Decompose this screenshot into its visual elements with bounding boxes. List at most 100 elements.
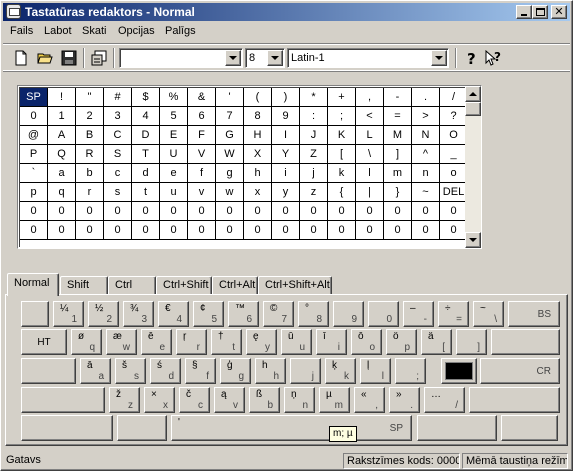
char-cell[interactable]: ^ (412, 145, 440, 164)
keyboard-key[interactable]: CR (480, 358, 560, 384)
keyboard-key[interactable]: ÷ = (438, 301, 469, 327)
char-cell[interactable]: > (412, 107, 440, 126)
keyboard-key[interactable]: ] (456, 329, 487, 355)
char-cell[interactable]: DEL (440, 183, 465, 202)
keyboard-key[interactable]: ēe (141, 329, 172, 355)
char-cell[interactable]: 0 (76, 202, 104, 221)
char-cell[interactable]: J (300, 126, 328, 145)
char-cell[interactable]: T (132, 145, 160, 164)
chevron-down-icon[interactable] (225, 50, 241, 66)
char-cell[interactable]: < (356, 107, 384, 126)
char-cell[interactable]: + (328, 88, 356, 107)
char-cell[interactable]: ] (384, 145, 412, 164)
menu-fails[interactable]: Fails (6, 25, 37, 39)
char-cell[interactable]: % (160, 88, 188, 107)
char-cell[interactable]: 0 (188, 202, 216, 221)
keyboard-key[interactable]: hh (255, 358, 286, 384)
char-cell[interactable]: O (440, 126, 465, 145)
help-button[interactable]: ? (461, 48, 481, 68)
char-cell[interactable]: ! (48, 88, 76, 107)
char-cell[interactable]: 7 (216, 107, 244, 126)
char-cell[interactable]: 0 (48, 221, 76, 240)
menu-paligs[interactable]: Palīgs (161, 25, 200, 39)
char-cell[interactable]: K (328, 126, 356, 145)
new-file-button[interactable] (11, 48, 31, 68)
keyboard-key[interactable]: 9 (333, 301, 364, 327)
keyboard-key[interactable]: ~ \ (473, 301, 504, 327)
char-cell[interactable]: f (188, 164, 216, 183)
keyboard-key[interactable]: ° 8 (298, 301, 329, 327)
char-cell[interactable]: G (216, 126, 244, 145)
keyboard-key[interactable] (491, 329, 560, 355)
keyboard-key[interactable]: šs (115, 358, 146, 384)
keyboard-key[interactable] (469, 387, 560, 413)
char-cell[interactable]: F (188, 126, 216, 145)
keyboard-key[interactable]: ä[ (421, 329, 452, 355)
keyboard-key[interactable]: ¾3 (123, 301, 154, 327)
keyboard-key[interactable]: øq (71, 329, 102, 355)
scroll-thumb[interactable] (465, 102, 481, 116)
char-cell[interactable]: R (76, 145, 104, 164)
keyboard-key[interactable]: čc (179, 387, 210, 413)
tab-normal[interactable]: Normal (7, 273, 59, 296)
char-cell[interactable]: c (104, 164, 132, 183)
keyboard-key[interactable]: … / (424, 387, 465, 413)
char-cell[interactable]: 2 (76, 107, 104, 126)
keyboard-key[interactable]: ļl (360, 358, 391, 384)
char-cell[interactable]: z (300, 183, 328, 202)
keyboard-key[interactable]: €4 (158, 301, 189, 327)
keyboard-key[interactable]: ; (395, 358, 426, 384)
tab-shift[interactable]: Shift (60, 276, 108, 295)
char-cell[interactable]: 0 (132, 221, 160, 240)
keyboard-key[interactable]: öp (386, 329, 417, 355)
char-cell[interactable]: & (188, 88, 216, 107)
char-cell[interactable]: 0 (356, 221, 384, 240)
font-select[interactable] (119, 48, 243, 68)
char-cell[interactable]: g (216, 164, 244, 183)
keyboard-key[interactable]: ōo (351, 329, 382, 355)
menu-skati[interactable]: Skati (78, 25, 110, 39)
keyboard-key[interactable]: 0 (368, 301, 399, 327)
keyboard-key[interactable]: ». (389, 387, 420, 413)
char-cell[interactable]: r (76, 183, 104, 202)
char-cell[interactable]: 3 (104, 107, 132, 126)
char-cell[interactable]: = (384, 107, 412, 126)
char-cell[interactable]: y (272, 183, 300, 202)
char-cell[interactable]: 0 (244, 221, 272, 240)
char-cell[interactable]: 0 (300, 202, 328, 221)
keyboard-key[interactable]: – - (403, 301, 434, 327)
char-cell[interactable]: 0 (440, 202, 465, 221)
char-cell[interactable]: 9 (272, 107, 300, 126)
keyboard-key[interactable]: śd (150, 358, 181, 384)
char-cell[interactable]: n (412, 164, 440, 183)
char-cell[interactable]: x (244, 183, 272, 202)
char-cell[interactable]: D (132, 126, 160, 145)
char-cell[interactable]: H (244, 126, 272, 145)
char-cell[interactable]: W (216, 145, 244, 164)
char-cell[interactable]: E (160, 126, 188, 145)
char-cell[interactable]: m (384, 164, 412, 183)
keyboard-key[interactable]: ķk (325, 358, 356, 384)
keyboard-key[interactable] (501, 415, 558, 441)
properties-button[interactable] (89, 48, 109, 68)
char-cell[interactable]: 0 (76, 221, 104, 240)
char-cell[interactable]: 0 (216, 202, 244, 221)
keyboard-key-focused[interactable] (441, 358, 477, 384)
char-cell[interactable]: ) (272, 88, 300, 107)
char-cell[interactable]: B (76, 126, 104, 145)
char-cell[interactable]: k (328, 164, 356, 183)
char-cell[interactable]: h (244, 164, 272, 183)
char-cell[interactable]: 0 (20, 221, 48, 240)
char-cell[interactable]: o (440, 164, 465, 183)
keyboard-key[interactable]: ūu (281, 329, 312, 355)
char-cell[interactable]: 0 (328, 221, 356, 240)
char-cell[interactable]: } (384, 183, 412, 202)
char-cell[interactable]: v (188, 183, 216, 202)
char-cell[interactable]: ` (20, 164, 48, 183)
char-cell[interactable]: A (48, 126, 76, 145)
char-cell[interactable]: 0 (412, 202, 440, 221)
char-cell[interactable]: C (104, 126, 132, 145)
keyboard-key[interactable]: ģg (220, 358, 251, 384)
char-cell[interactable]: 6 (188, 107, 216, 126)
char-cell[interactable]: 0 (244, 202, 272, 221)
